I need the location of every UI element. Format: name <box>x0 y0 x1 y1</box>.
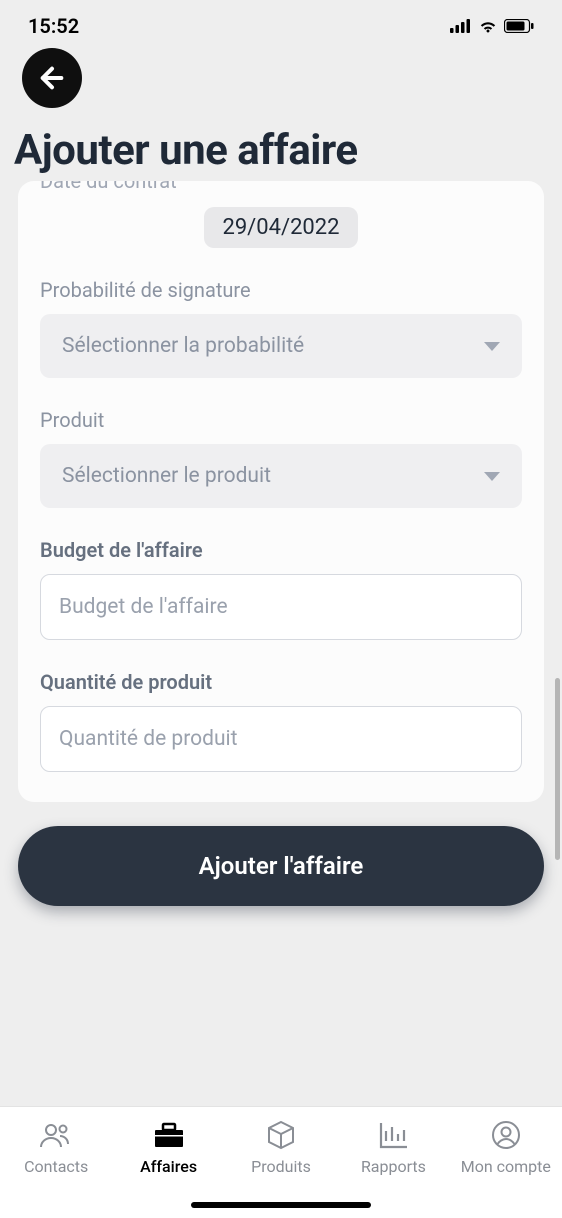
date-label-cutoff: Date du contrat <box>40 181 177 193</box>
form-card: Date du contrat 29/04/2022 Probabilité d… <box>18 181 544 802</box>
quantity-label: Quantité de produit <box>40 670 522 694</box>
tab-contacts-label: Contacts <box>24 1157 88 1176</box>
briefcase-icon <box>153 1119 185 1151</box>
tab-compte[interactable]: Mon compte <box>450 1119 562 1176</box>
tab-affaires-label: Affaires <box>140 1157 197 1176</box>
product-placeholder: Sélectionner le produit <box>62 464 271 488</box>
tab-rapports[interactable]: Rapports <box>337 1119 449 1176</box>
probability-label: Probabilité de signature <box>40 278 522 302</box>
scrollbar[interactable] <box>555 678 560 860</box>
box-icon <box>266 1119 296 1151</box>
arrow-left-icon <box>36 62 68 94</box>
product-field: Produit Sélectionner le produit <box>40 408 522 508</box>
contacts-icon <box>39 1119 73 1151</box>
budget-label: Budget de l'affaire <box>40 538 522 562</box>
back-button[interactable] <box>22 48 82 108</box>
cellular-icon <box>450 14 472 38</box>
probability-field: Probabilité de signature Sélectionner la… <box>40 278 522 378</box>
product-label: Produit <box>40 408 522 432</box>
product-select[interactable]: Sélectionner le produit <box>40 444 522 508</box>
home-indicator[interactable] <box>191 1202 371 1208</box>
tab-contacts[interactable]: Contacts <box>0 1119 112 1176</box>
tab-produits[interactable]: Produits <box>225 1119 337 1176</box>
chevron-down-icon <box>484 342 500 351</box>
tab-rapports-label: Rapports <box>361 1157 426 1176</box>
page-header: Ajouter une affaire <box>0 48 562 181</box>
user-circle-icon <box>491 1119 521 1151</box>
probability-placeholder: Sélectionner la probabilité <box>62 334 304 358</box>
chevron-down-icon <box>484 472 500 481</box>
quantity-field: Quantité de produit <box>40 670 522 772</box>
status-time: 15:52 <box>28 14 79 38</box>
battery-icon <box>504 14 534 38</box>
quantity-input[interactable] <box>40 706 522 772</box>
submit-button[interactable]: Ajouter l'affaire <box>18 826 544 906</box>
budget-input[interactable] <box>40 574 522 640</box>
budget-field: Budget de l'affaire <box>40 538 522 640</box>
tab-affaires[interactable]: Affaires <box>112 1119 224 1176</box>
status-indicators <box>450 14 534 38</box>
wifi-icon <box>478 14 498 38</box>
status-bar: 15:52 <box>0 0 562 48</box>
tab-produits-label: Produits <box>251 1157 311 1176</box>
tab-compte-label: Mon compte <box>461 1157 551 1176</box>
page-title: Ajouter une affaire <box>14 126 540 181</box>
probability-select[interactable]: Sélectionner la probabilité <box>40 314 522 378</box>
date-chip[interactable]: 29/04/2022 <box>204 207 357 248</box>
chart-icon <box>378 1119 408 1151</box>
